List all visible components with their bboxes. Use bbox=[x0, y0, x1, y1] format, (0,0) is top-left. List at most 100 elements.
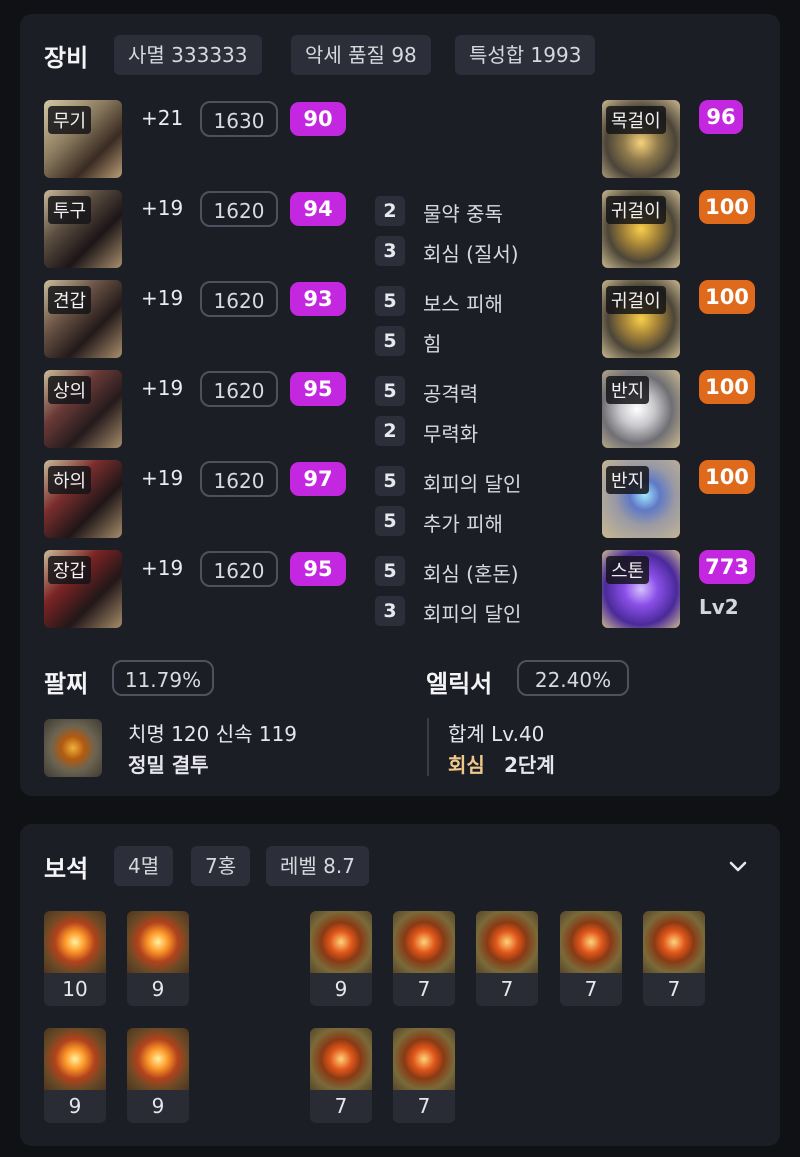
gear-item-level: 1620 bbox=[200, 461, 278, 497]
stone-level: Lv2 bbox=[699, 595, 739, 619]
earring-icon[interactable]: 귀걸이 bbox=[602, 190, 680, 268]
engraving-level: 5 bbox=[375, 326, 405, 356]
gear-quality-badge: 97 bbox=[290, 462, 346, 496]
gem-chip-level: 레벨 8.7 bbox=[266, 846, 369, 886]
gem-level: 9 bbox=[151, 977, 165, 1001]
gear-enhance-level: +19 bbox=[141, 466, 184, 490]
gear-item-level: 1620 bbox=[200, 281, 278, 317]
gem-hong-icon bbox=[393, 911, 455, 973]
gem-level: 10 bbox=[62, 977, 88, 1001]
engraving-name: 무력화 bbox=[423, 422, 479, 446]
ring-icon[interactable]: 반지 bbox=[602, 460, 680, 538]
accessory-slot-label: 목걸이 bbox=[606, 106, 666, 134]
gear-enhance-level: +19 bbox=[141, 286, 184, 310]
gem-slot[interactable]: 7 bbox=[476, 911, 538, 1006]
gloves-icon[interactable]: 장갑 bbox=[44, 550, 122, 628]
gem-hong-icon bbox=[643, 911, 705, 973]
gems-title: 보석 bbox=[44, 855, 89, 883]
stone-icon[interactable]: 스톤 bbox=[602, 550, 680, 628]
gear-enhance-level: +19 bbox=[141, 196, 184, 220]
gem-level: 7 bbox=[500, 977, 514, 1001]
engraving-name: 공격력 bbox=[423, 382, 479, 406]
engraving-name: 회심 (혼돈) bbox=[423, 562, 519, 586]
gear-slot-label: 투구 bbox=[48, 196, 92, 224]
gem-slot[interactable]: 7 bbox=[310, 1028, 372, 1123]
accessory-quality-badge: 100 bbox=[699, 370, 755, 404]
chevron-down-icon[interactable] bbox=[726, 854, 750, 878]
gear-quality-badge: 95 bbox=[290, 552, 346, 586]
gem-level: 7 bbox=[667, 977, 681, 1001]
gem-myul-icon bbox=[44, 1028, 106, 1090]
gem-hong-icon bbox=[560, 911, 622, 973]
engraving-level: 5 bbox=[375, 506, 405, 536]
gem-hong-icon bbox=[393, 1028, 455, 1090]
chest-icon[interactable]: 상의 bbox=[44, 370, 122, 448]
gear-enhance-level: +19 bbox=[141, 376, 184, 400]
engraving-level: 2 bbox=[375, 416, 405, 446]
pants-icon[interactable]: 하의 bbox=[44, 460, 122, 538]
gear-slot-label: 상의 bbox=[48, 376, 92, 404]
gem-level: 9 bbox=[68, 1094, 82, 1118]
engraving-name: 힘 bbox=[423, 332, 442, 356]
accessory-quality-badge: 100 bbox=[699, 190, 755, 224]
gear-enhance-level: +21 bbox=[141, 106, 184, 130]
gem-myul-icon bbox=[127, 1028, 189, 1090]
engraving-name: 추가 피해 bbox=[423, 512, 503, 536]
accessory-slot-label: 반지 bbox=[606, 466, 650, 494]
accessory-slot-label: 귀걸이 bbox=[606, 286, 666, 314]
gem-level: 7 bbox=[417, 977, 431, 1001]
elixir-effect-stage: 2단계 bbox=[504, 753, 555, 777]
engraving-level: 5 bbox=[375, 376, 405, 406]
gem-slot[interactable]: 9 bbox=[127, 911, 189, 1006]
gear-quality-badge: 90 bbox=[290, 102, 346, 136]
gem-slot[interactable]: 10 bbox=[44, 911, 106, 1006]
summary-chip-sameul: 사멸 333333 bbox=[114, 35, 262, 75]
bracelet-effects: 정밀 결투 bbox=[128, 753, 209, 777]
gem-slot[interactable]: 7 bbox=[560, 911, 622, 1006]
weapon-icon[interactable]: 무기 bbox=[44, 100, 122, 178]
accessory-quality-badge: 96 bbox=[699, 100, 743, 134]
equipment-panel: 장비 사멸 333333 악세 품질 98 특성합 1993 무기 +21 1630… bbox=[20, 14, 780, 796]
gem-chip-hong: 7홍 bbox=[191, 846, 251, 886]
helmet-icon[interactable]: 투구 bbox=[44, 190, 122, 268]
engraving-level: 5 bbox=[375, 556, 405, 586]
gem-slot[interactable]: 9 bbox=[310, 911, 372, 1006]
bracelet-icon[interactable] bbox=[44, 719, 102, 777]
gem-myul-icon bbox=[127, 911, 189, 973]
ring-icon[interactable]: 반지 bbox=[602, 370, 680, 448]
gear-slot-label: 장갑 bbox=[48, 556, 92, 584]
gear-item-level: 1620 bbox=[200, 191, 278, 227]
accessory-slot-label: 반지 bbox=[606, 376, 650, 404]
gem-myul-icon bbox=[44, 911, 106, 973]
gem-slot[interactable]: 7 bbox=[393, 1028, 455, 1123]
engraving-level: 3 bbox=[375, 236, 405, 266]
engraving-level: 2 bbox=[375, 196, 405, 226]
accessory-quality-badge: 100 bbox=[699, 460, 755, 494]
earring-icon[interactable]: 귀걸이 bbox=[602, 280, 680, 358]
gem-slot[interactable]: 9 bbox=[127, 1028, 189, 1123]
summary-chip-accessory-quality: 악세 품질 98 bbox=[291, 35, 431, 75]
shoulder-icon[interactable]: 견갑 bbox=[44, 280, 122, 358]
gems-panel: 보석 4멸 7홍 레벨 8.7 10 9 9 7 7 7 7 9 9 7 7 bbox=[20, 824, 780, 1146]
engraving-level: 5 bbox=[375, 466, 405, 496]
elixir-divider bbox=[427, 718, 429, 776]
engraving-level: 3 bbox=[375, 596, 405, 626]
gear-item-level: 1630 bbox=[200, 101, 278, 137]
gem-slot[interactable]: 9 bbox=[44, 1028, 106, 1123]
summary-chip-stat-total: 특성합 1993 bbox=[455, 35, 596, 75]
accessory-slot-label: 귀걸이 bbox=[606, 196, 666, 224]
equipment-title: 장비 bbox=[44, 44, 89, 72]
gear-quality-badge: 94 bbox=[290, 192, 346, 226]
gem-slot[interactable]: 7 bbox=[393, 911, 455, 1006]
gear-enhance-level: +19 bbox=[141, 556, 184, 580]
engraving-name: 회심 (질서) bbox=[423, 242, 519, 266]
gem-slot[interactable]: 7 bbox=[643, 911, 705, 1006]
gem-hong-icon bbox=[310, 911, 372, 973]
engraving-name: 회피의 달인 bbox=[423, 472, 522, 496]
gem-hong-icon bbox=[310, 1028, 372, 1090]
gear-slot-label: 무기 bbox=[48, 106, 92, 134]
necklace-icon[interactable]: 목걸이 bbox=[602, 100, 680, 178]
engraving-level: 5 bbox=[375, 286, 405, 316]
gem-level: 7 bbox=[417, 1094, 431, 1118]
gem-level: 7 bbox=[334, 1094, 348, 1118]
